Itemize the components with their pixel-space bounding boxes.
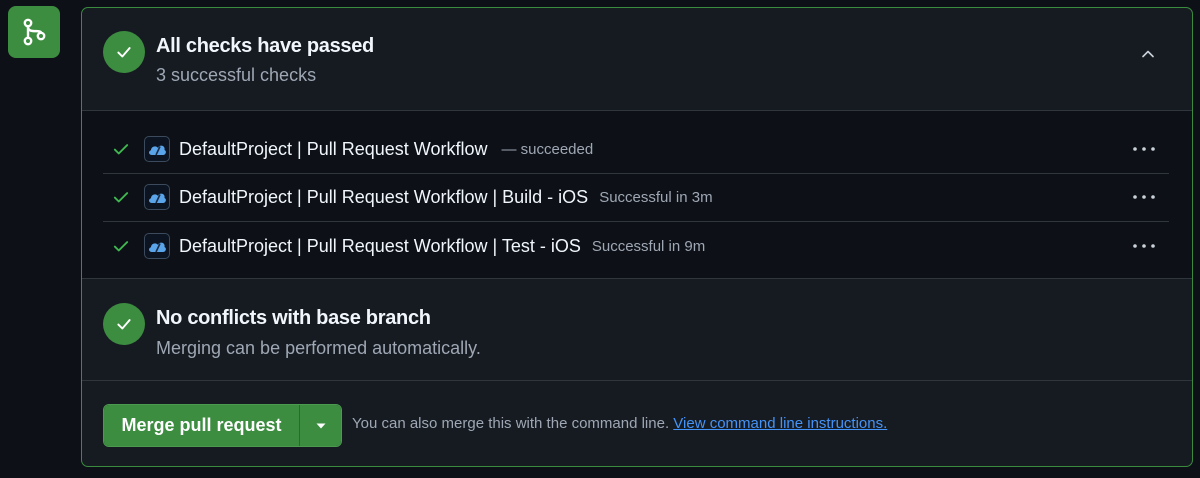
git-branch-badge [8,6,60,58]
check-icon [117,319,131,330]
triangle-down-icon [316,423,325,428]
command-line-instructions-link[interactable]: View command line instructions. [673,415,887,432]
check-row[interactable]: DefaultProject | Pull Request Workflow |… [103,222,1169,270]
checks-title: All checks have passed [156,35,374,57]
conflicts-title: No conflicts with base branch [156,307,431,329]
collapse-checks-button[interactable] [1138,44,1158,64]
merge-hint-text: You can also merge this with the command… [352,415,670,432]
check-icon [110,186,132,208]
xcode-cloud-icon [144,136,170,162]
check-status: Successful in 9m [591,237,706,255]
check-name[interactable]: DefaultProject | Pull Request Workflow |… [179,187,588,208]
check-icon [117,47,131,58]
merge-pull-request-button[interactable]: Merge pull request [104,405,300,446]
check-icon [110,138,132,160]
chevron-up-icon [1142,50,1154,58]
check-status: — succeeded [501,140,594,158]
checks-list: DefaultProject | Pull Request Workflow —… [82,111,1192,279]
xcode-cloud-icon [144,184,170,210]
conflicts-subtitle: Merging can be performed automatically. [156,338,481,358]
kebab-horizontal-icon [1133,147,1155,151]
merge-options-dropdown[interactable] [300,405,341,446]
merge-footer: Merge pull request You can also merge th… [82,381,1192,466]
kebab-horizontal-icon [1133,244,1155,248]
conflicts-section: No conflicts with base branch Merging ca… [82,279,1192,381]
merge-hint: You can also merge this with the command… [352,415,887,432]
kebab-horizontal-icon [1133,195,1155,199]
merge-status-panel: All checks have passed 3 successful chec… [81,7,1193,467]
check-row[interactable]: DefaultProject | Pull Request Workflow —… [103,125,1169,174]
check-name[interactable]: DefaultProject | Pull Request Workflow [179,139,487,160]
checks-passed-badge [103,31,145,73]
git-branch-icon [23,18,46,46]
check-name[interactable]: DefaultProject | Pull Request Workflow |… [179,236,581,257]
check-row[interactable]: DefaultProject | Pull Request Workflow |… [103,173,1169,222]
check-more-button[interactable] [1131,187,1157,207]
check-status: Successful in 3m [599,188,713,206]
no-conflicts-badge [103,303,145,345]
check-more-button[interactable] [1131,236,1157,256]
xcode-cloud-icon [144,233,170,259]
checks-subtitle: 3 successful checks [156,65,317,85]
check-more-button[interactable] [1131,139,1157,159]
checks-summary-header[interactable]: All checks have passed 3 successful chec… [82,8,1192,111]
merge-button-group: Merge pull request [103,404,342,447]
check-icon [110,235,132,257]
